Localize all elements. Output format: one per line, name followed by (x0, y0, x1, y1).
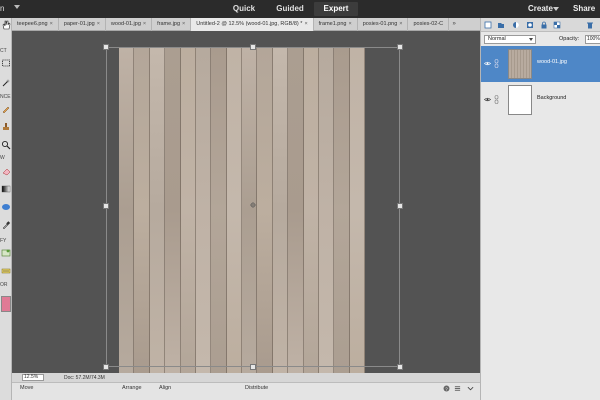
straighten-tool-icon[interactable] (1, 266, 11, 276)
opacity-label: Opacity: (559, 36, 580, 42)
transform-handle[interactable] (397, 364, 403, 370)
transform-center-icon[interactable] (250, 202, 256, 208)
tab-frame[interactable]: frame.jpg × (152, 18, 192, 31)
chevron-down-icon (529, 38, 533, 41)
toolbox-section-label: OR (0, 282, 8, 288)
close-icon[interactable]: × (399, 21, 402, 27)
top-bar: n Quick Guided Expert Create Share (0, 0, 600, 18)
tab-paper-01[interactable]: paper-01.jpg × (59, 18, 106, 31)
shape-tool-icon[interactable] (1, 202, 11, 212)
toolbox-section-label: NCE (0, 94, 11, 100)
toolbox-section-label: CT (0, 48, 7, 54)
blend-mode-select[interactable]: Normal (484, 35, 536, 44)
layer-name[interactable]: Background (537, 95, 566, 101)
tab-posies-01[interactable]: posies-01.png × (358, 18, 409, 31)
create-button[interactable]: Create (528, 4, 553, 13)
opacity-field[interactable]: 100% (585, 35, 600, 44)
more-tabs-icon[interactable]: » (449, 18, 459, 30)
new-layer-icon[interactable] (484, 21, 492, 29)
eye-icon[interactable] (484, 97, 491, 102)
layer-row-background[interactable]: Background (481, 82, 600, 118)
tab-posies-02[interactable]: posies-02-C (408, 18, 450, 31)
toolbox: CT NCE W FY OR (0, 18, 12, 400)
chevron-down-icon[interactable] (467, 386, 474, 391)
lock-icon[interactable] (540, 21, 548, 29)
close-icon[interactable]: × (348, 21, 351, 27)
toolbox-section-label: W (0, 155, 5, 161)
eraser-tool-icon[interactable] (1, 166, 11, 176)
hand-tool-icon[interactable] (1, 20, 11, 30)
menu-dropdown-icon[interactable] (14, 5, 20, 9)
close-icon[interactable]: × (182, 21, 185, 27)
recompose-tool-icon[interactable] (1, 248, 11, 258)
layers-panel: Normal Opacity: 100% wood-01.jpg Backgro… (480, 18, 600, 400)
mode-guided-button[interactable]: Guided (268, 2, 312, 16)
zoom-field[interactable]: 12.5% (22, 374, 44, 381)
lock-transparent-icon[interactable] (553, 21, 561, 29)
transform-handle[interactable] (250, 44, 256, 50)
stamp-tool-icon[interactable] (1, 122, 11, 132)
mode-expert-button[interactable]: Expert (314, 2, 358, 16)
toolbox-section-label: FY (0, 238, 7, 244)
magic-wand-tool-icon[interactable] (1, 78, 11, 88)
tab-wood-01[interactable]: wood-01.jpg × (106, 18, 153, 31)
move-label: Move (20, 385, 34, 391)
share-button[interactable]: Share (573, 4, 595, 13)
transform-handle[interactable] (103, 44, 109, 50)
document-tabs: teepee6.png × paper-01.jpg × wood-01.jpg × … (12, 18, 480, 31)
transform-handle[interactable] (397, 203, 403, 209)
layer-thumbnail (508, 85, 532, 115)
transform-handle[interactable] (103, 364, 109, 370)
delete-layer-icon[interactable] (586, 21, 594, 29)
create-dropdown-icon[interactable] (553, 7, 559, 11)
status-bar: 12.5% Doc: 57.2M/74.3M (12, 373, 480, 382)
close-icon[interactable]: × (97, 21, 100, 27)
tab-untitled-2[interactable]: Untitled-2 @ 12.5% (wood-01.jpg, RGB/8) … (191, 18, 314, 31)
gradient-tool-icon[interactable] (1, 184, 11, 194)
transform-handle[interactable] (250, 364, 256, 370)
layers-panel-toolbar (481, 18, 600, 32)
canvas-area[interactable] (12, 32, 480, 373)
link-icon[interactable] (494, 59, 499, 68)
new-adjustment-layer-icon[interactable] (512, 21, 520, 29)
help-icon[interactable]: ? (443, 385, 450, 392)
tab-teepee6[interactable]: teepee6.png × (12, 18, 59, 31)
eye-icon[interactable] (484, 61, 491, 66)
distribute-label[interactable]: Distribute (245, 385, 268, 391)
close-icon[interactable]: × (304, 21, 307, 27)
new-group-icon[interactable] (497, 21, 505, 29)
mode-quick-button[interactable]: Quick (222, 2, 266, 16)
layer-mask-icon[interactable] (526, 21, 534, 29)
transform-handle[interactable] (397, 44, 403, 50)
align-label[interactable]: Align (159, 385, 171, 391)
pencil-tool-icon[interactable] (1, 104, 11, 114)
mode-switcher: Quick Guided Expert (222, 2, 360, 16)
close-icon[interactable]: × (143, 21, 146, 27)
close-icon[interactable]: × (50, 21, 53, 27)
options-menu-icon[interactable] (454, 385, 461, 392)
transform-handle[interactable] (103, 203, 109, 209)
marquee-tool-icon[interactable] (1, 58, 11, 68)
eyedropper-tool-icon[interactable] (1, 220, 11, 230)
arrange-label[interactable]: Arrange (122, 385, 142, 391)
tab-frame1[interactable]: frame1.png × (314, 18, 358, 31)
menu-label[interactable]: n (0, 4, 4, 13)
zoom-tool-icon[interactable] (1, 140, 11, 150)
layer-row-wood-01[interactable]: wood-01.jpg (481, 46, 600, 82)
link-icon[interactable] (494, 95, 499, 104)
foreground-color-swatch[interactable] (1, 296, 11, 312)
layer-name[interactable]: wood-01.jpg (537, 59, 567, 65)
layer-thumbnail (508, 49, 532, 79)
document-size-info: Doc: 57.2M/74.3M (64, 375, 105, 381)
